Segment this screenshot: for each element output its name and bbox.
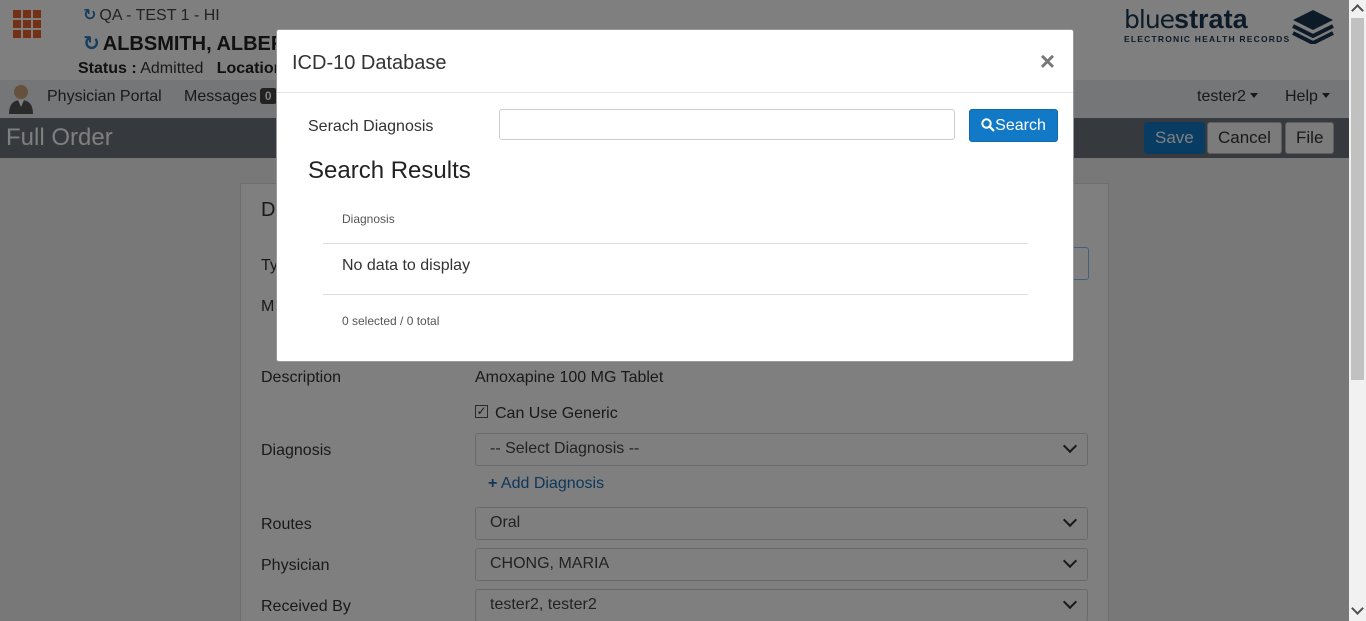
icd10-modal: ICD-10 Database × Serach Diagnosis Searc… (276, 29, 1074, 362)
modal-title: ICD-10 Database (292, 52, 447, 74)
table-footer-divider (323, 294, 1028, 295)
page-scrollbar[interactable] (1349, 0, 1366, 621)
scrollbar-thumb[interactable] (1351, 18, 1364, 380)
empty-table-message: No data to display (342, 257, 471, 274)
scroll-up-arrow-icon[interactable] (1351, 4, 1364, 17)
selection-count: 0 selected / 0 total (342, 314, 440, 328)
search-button[interactable]: Search (969, 109, 1058, 142)
search-icon (981, 118, 995, 132)
search-diagnosis-label: Serach Diagnosis (308, 118, 434, 135)
search-diagnosis-input[interactable] (499, 109, 955, 140)
scroll-down-arrow-icon[interactable] (1351, 602, 1364, 615)
close-icon[interactable]: × (1040, 48, 1055, 74)
search-results-heading: Search Results (308, 157, 471, 184)
modal-header: ICD-10 Database × (277, 30, 1073, 93)
diagnosis-column-header[interactable]: Diagnosis (342, 212, 395, 226)
table-header-divider (323, 243, 1028, 244)
